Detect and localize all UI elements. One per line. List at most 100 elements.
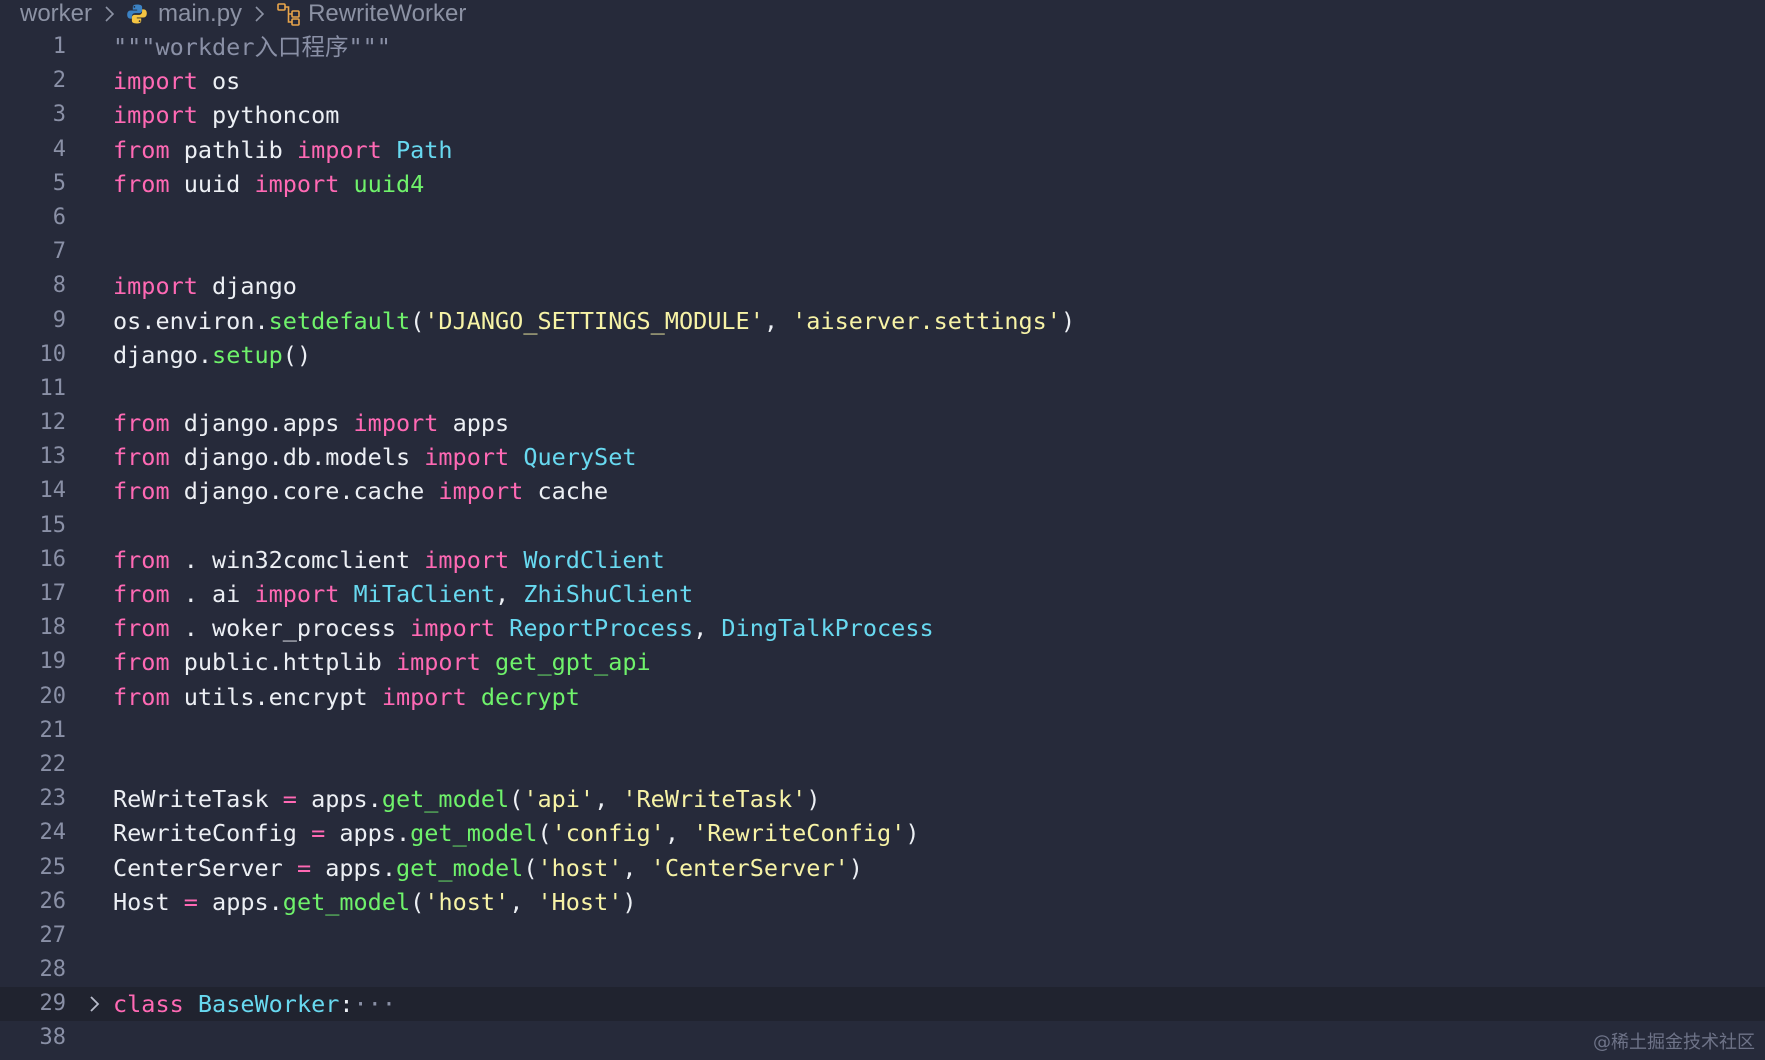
token-keyword: import [113, 272, 198, 301]
token-plain: django.core.cache [169, 477, 439, 506]
code-text[interactable]: Host = apps.get_model('host', 'Host') [113, 885, 637, 919]
token-keyword: import [113, 67, 198, 96]
token-plain: apps. [311, 853, 396, 882]
code-text[interactable]: RewriteConfig = apps.get_model('config',… [113, 816, 920, 850]
token-keyword: from [113, 648, 170, 677]
code-text[interactable]: django.setup() [113, 338, 311, 372]
code-line[interactable]: 6 [0, 201, 1765, 235]
code-line[interactable]: 14 from django.core.cache import cache [0, 474, 1765, 508]
code-line[interactable]: 38 [0, 1021, 1765, 1055]
code-text[interactable]: ReWriteTask = apps.get_model('api', 'ReW… [113, 782, 820, 816]
token-plain: django [197, 272, 297, 301]
breadcrumb-symbol[interactable]: RewriteWorker [308, 0, 466, 28]
line-number: 8 [52, 273, 66, 299]
code-line[interactable]: 7 [0, 235, 1765, 269]
line-number: 7 [52, 239, 66, 265]
line-number: 21 [39, 717, 67, 743]
token-string: 'aiserver.settings' [792, 306, 1061, 335]
token-plain: ) [848, 853, 863, 882]
code-line[interactable]: 25 CenterServer = apps.get_model('host', … [0, 851, 1765, 885]
breadcrumb-file[interactable]: main.py [158, 0, 242, 28]
code-text[interactable]: from django.core.cache import cache [113, 474, 608, 508]
code-text[interactable]: from pathlib import Path [113, 133, 453, 167]
code-line[interactable]: 28 [0, 953, 1765, 987]
line-number: 1 [52, 34, 66, 59]
token-plain: CenterServer [113, 853, 297, 882]
code-line[interactable]: 13 from django.db.models import QuerySet [0, 440, 1765, 474]
code-line[interactable]: 5 from uuid import uuid4 [0, 167, 1765, 201]
token-class-name: MiTaClient [353, 580, 496, 608]
line-number: 29 [39, 991, 67, 1017]
token-function: uuid4 [353, 169, 425, 198]
token-function: get_model [410, 819, 538, 848]
token-plain: ( [537, 819, 552, 848]
token-plain: pathlib [169, 135, 297, 164]
code-text[interactable]: from . woker_process import ReportProces… [113, 611, 934, 645]
token-keyword: = [311, 819, 326, 848]
token-docstring: """workder入口程序""" [113, 33, 391, 61]
code-line[interactable]: 26 Host = apps.get_model('host', 'Host') [0, 885, 1765, 919]
line-number: 5 [52, 170, 66, 196]
code-line[interactable]: 20 from utils.encrypt import decrypt [0, 680, 1765, 714]
line-number: 18 [39, 615, 67, 641]
code-line[interactable]: 16 from . win32comclient import WordClien… [0, 543, 1765, 577]
line-number: 19 [39, 649, 67, 675]
token-keyword: = [183, 887, 198, 916]
code-text[interactable]: from public.httplib import get_gpt_api [113, 645, 651, 679]
code-text[interactable]: class BaseWorker:··· [113, 987, 396, 1021]
code-line[interactable]: 11 [0, 372, 1765, 406]
line-number: 38 [39, 1025, 67, 1051]
code-line[interactable]: 21 [0, 714, 1765, 748]
code-line[interactable]: 3 import pythoncom [0, 98, 1765, 132]
code-line[interactable]: 1 """workder入口程序""" [0, 30, 1765, 64]
code-line[interactable]: 29 class BaseWorker:··· [0, 987, 1765, 1022]
fold-chevron-icon[interactable] [84, 994, 104, 1014]
fold-ellipsis[interactable]: ··· [354, 990, 396, 1018]
code-line[interactable]: 19 from public.httplib import get_gpt_api [0, 645, 1765, 679]
token-keyword: import [113, 101, 198, 130]
code-text[interactable]: CenterServer = apps.get_model('host', 'C… [113, 851, 863, 885]
token-plain: , [594, 785, 623, 814]
code-line[interactable]: 2 import os [0, 64, 1765, 98]
code-line[interactable]: 18 from . woker_process import ReportProc… [0, 611, 1765, 645]
token-string: 'host' [424, 887, 510, 916]
code-text[interactable]: from django.apps import apps [113, 406, 509, 440]
code-text[interactable]: import django [113, 269, 297, 303]
code-line[interactable]: 4 from pathlib import Path [0, 133, 1765, 167]
token-plain: uuid [169, 169, 255, 198]
code-text[interactable]: from . ai import MiTaClient, ZhiShuClien… [113, 577, 693, 611]
token-plain: apps. [325, 819, 411, 848]
code-line[interactable]: 8 import django [0, 269, 1765, 303]
code-line[interactable]: 27 [0, 919, 1765, 953]
code-text[interactable]: from . win32comclient import WordClient [113, 543, 665, 577]
line-number: 11 [39, 375, 67, 401]
code-line[interactable]: 15 [0, 509, 1765, 543]
code-line[interactable]: 24 RewriteConfig = apps.get_model('config… [0, 816, 1765, 850]
code-line[interactable]: 22 [0, 748, 1765, 782]
token-plain: () [282, 340, 312, 369]
code-line[interactable]: 9 os.environ.setdefault('DJANGO_SETTINGS_… [0, 304, 1765, 338]
token-plain: , [509, 887, 538, 916]
token-plain: apps. [296, 785, 382, 814]
code-line[interactable]: 23 ReWriteTask = apps.get_model('api', 'R… [0, 782, 1765, 816]
code-text[interactable]: """workder入口程序""" [113, 30, 391, 64]
token-plain: utils.encrypt [169, 682, 382, 711]
token-class-name: QuerySet [523, 443, 637, 472]
code-text[interactable]: import os [113, 64, 240, 98]
code-line[interactable]: 12 from django.apps import apps [0, 406, 1765, 440]
code-text[interactable]: from uuid import uuid4 [113, 167, 424, 201]
code-line[interactable]: 17 from . ai import MiTaClient, ZhiShuCli… [0, 577, 1765, 611]
code-editor[interactable]: 1 """workder入口程序""" 2 import os 3 import pyth… [0, 30, 1765, 1056]
token-plain: public.httplib [169, 648, 396, 677]
token-plain: ) [905, 819, 920, 848]
code-text[interactable]: import pythoncom [113, 98, 339, 132]
code-line[interactable]: 10 django.setup() [0, 338, 1765, 372]
breadcrumb-folder[interactable]: worker [20, 0, 92, 28]
line-number: 16 [39, 546, 67, 572]
code-text[interactable]: os.environ.setdefault('DJANGO_SETTINGS_M… [113, 304, 1075, 338]
token-keyword: from [113, 135, 170, 164]
code-text[interactable]: from django.db.models import QuerySet [113, 440, 637, 474]
code-text[interactable]: from utils.encrypt import decrypt [113, 680, 580, 714]
